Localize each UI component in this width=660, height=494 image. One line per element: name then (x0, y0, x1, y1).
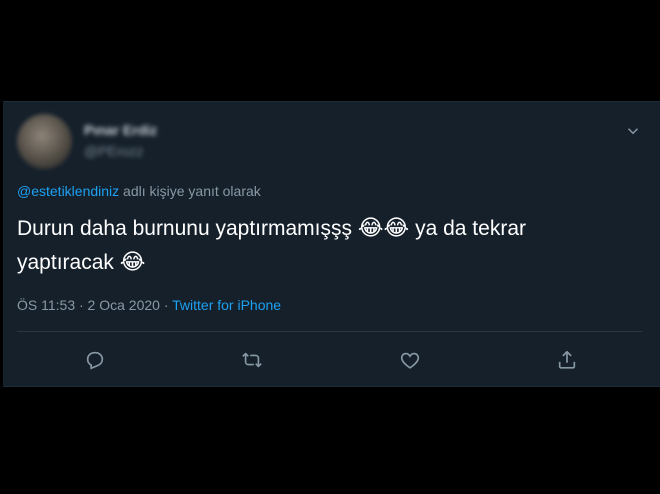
laughing-emoji: 😂 (119, 249, 146, 274)
like-button[interactable] (393, 343, 427, 377)
reply-context: @estetiklendiniz adlı kişiye yanıt olara… (17, 183, 261, 199)
chevron-down-icon[interactable] (622, 120, 644, 142)
action-bar (3, 343, 660, 377)
reply-context-suffix: adlı kişiye yanıt olarak (119, 183, 261, 199)
reply-icon (86, 351, 104, 370)
share-button[interactable] (550, 343, 584, 377)
laughing-emoji: 😂😂 (357, 215, 410, 240)
tweet-meta: ÖS 11:53 · 2 Oca 2020 · Twitter for iPho… (17, 297, 281, 313)
heart-icon (400, 352, 420, 369)
author-display-name[interactable]: Pınar Erdiz (84, 122, 157, 138)
retweet-button[interactable] (235, 343, 269, 377)
reply-button[interactable] (78, 343, 112, 377)
tweet-card[interactable]: Pınar Erdiz @PErozz @estetiklendiniz adl… (3, 101, 660, 387)
timestamp[interactable]: ÖS 11:53 · 2 Oca 2020 · (17, 297, 172, 313)
tweet-text-segment: Durun daha burnunu yaptırmamışşş (17, 217, 358, 240)
author-handle[interactable]: @PErozz (84, 143, 143, 159)
retweet-icon (242, 352, 262, 368)
tweet-text-segment: yaptıracak (17, 251, 120, 274)
share-icon (558, 350, 576, 369)
tweet-text-segment: ya da tekrar (409, 217, 526, 240)
source-link[interactable]: Twitter for iPhone (172, 297, 281, 313)
tweet-text-line-1: Durun daha burnunu yaptırmamışşş 😂😂 ya d… (17, 212, 637, 246)
reply-mention-link[interactable]: @estetiklendiniz (17, 183, 119, 199)
tweet-text-line-2: yaptıracak 😂 (17, 246, 637, 280)
avatar[interactable] (17, 114, 72, 169)
divider (17, 331, 642, 332)
tweet-text: Durun daha burnunu yaptırmamışşş 😂😂 ya d… (17, 212, 637, 280)
